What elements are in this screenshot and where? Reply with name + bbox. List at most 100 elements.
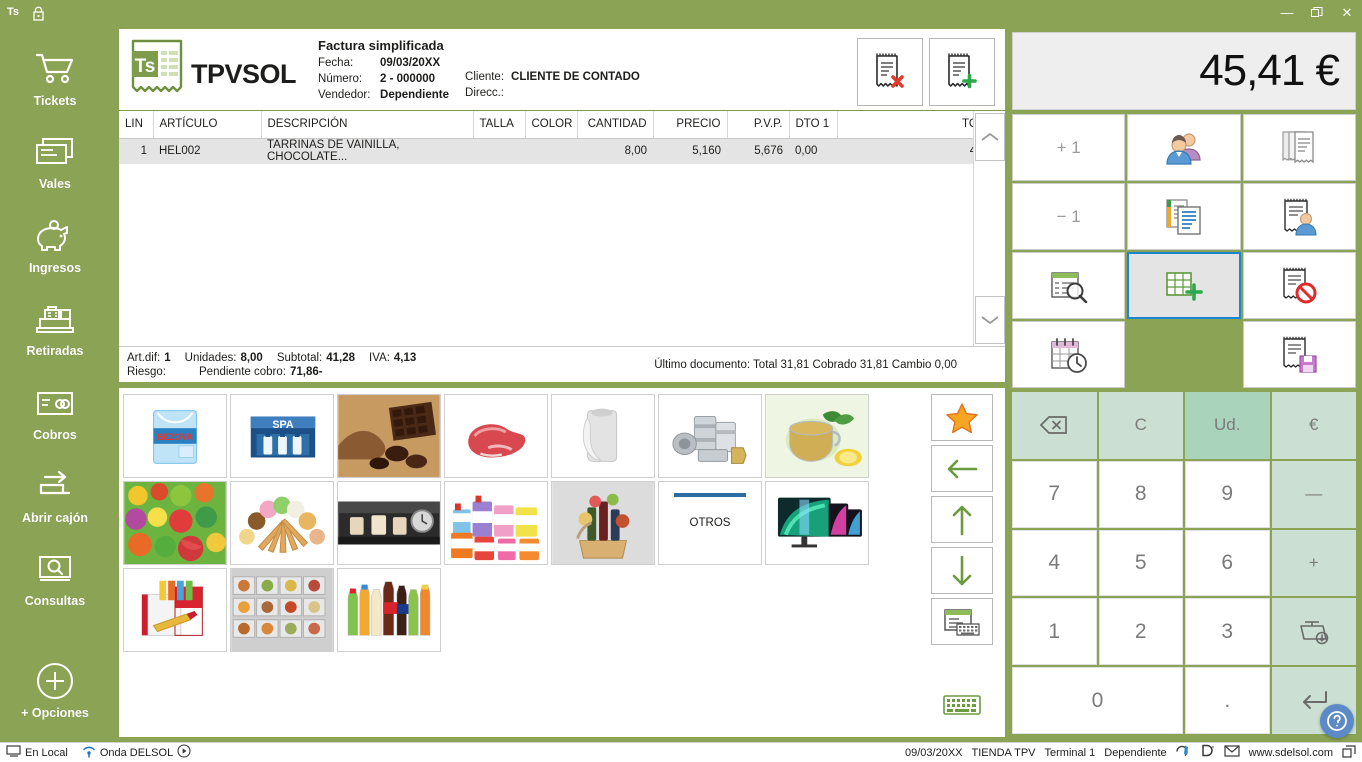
col-lin[interactable]: LIN	[119, 111, 154, 139]
sidebar-item-ingresos[interactable]: Ingresos	[0, 214, 110, 293]
new-line-button[interactable]	[1127, 252, 1241, 319]
scroll-down-button[interactable]	[975, 296, 1005, 344]
units-key[interactable]: Ud.	[1185, 392, 1270, 459]
scale-key[interactable]	[1271, 598, 1356, 666]
product-tile-otros[interactable]: OTROS	[658, 481, 762, 565]
key-2[interactable]: 2	[1098, 598, 1183, 666]
article-search-button[interactable]	[931, 598, 993, 645]
col-pvp[interactable]: P.V.P.	[727, 111, 790, 139]
customer-name[interactable]: CLIENTE DE CONTADO	[511, 70, 640, 84]
product-tile-refrescos[interactable]	[337, 568, 441, 652]
cash-register-icon	[34, 297, 76, 341]
increase-qty-button[interactable]: + 1	[1012, 114, 1126, 181]
plus-key[interactable]: +	[1271, 529, 1356, 597]
sidebar-item-label: Retiradas	[26, 344, 84, 359]
scroll-up-button[interactable]	[975, 113, 1005, 161]
product-tile-papeleria[interactable]	[123, 568, 227, 652]
col-dto1[interactable]: DTO 1	[789, 111, 838, 139]
key-0[interactable]: 0	[1012, 667, 1183, 734]
product-tile-agua[interactable]: BEZOYA	[123, 394, 227, 478]
key-5[interactable]: 5	[1098, 529, 1183, 597]
status-bar-right: 09/03/20XX TIENDA TPV Terminal 1 Dependi…	[905, 744, 1356, 761]
pending-orders-button[interactable]	[1012, 321, 1126, 388]
product-tile-fruta[interactable]	[123, 481, 227, 565]
cancel-receipt-button[interactable]	[1242, 252, 1356, 319]
product-tile-cafe[interactable]	[337, 481, 441, 565]
minus-key[interactable]: —	[1271, 460, 1356, 528]
save-receipt-button[interactable]	[1242, 321, 1356, 388]
sidebar-item-retiradas[interactable]: Retiradas	[0, 297, 110, 376]
key-8[interactable]: 8	[1098, 460, 1183, 528]
euro-key[interactable]: €	[1271, 392, 1356, 459]
new-document-button[interactable]	[929, 38, 995, 106]
sidebar-item-abrir-cajon[interactable]: Abrir cajón	[0, 464, 110, 543]
decrease-qty-button[interactable]: − 1	[1012, 183, 1126, 250]
back-button[interactable]	[931, 445, 993, 492]
key-4[interactable]: 4	[1012, 529, 1097, 597]
decimal-key[interactable]: .	[1185, 667, 1270, 734]
search-line-button[interactable]	[1012, 252, 1126, 319]
key-3[interactable]: 3	[1185, 598, 1270, 666]
resize-grip-icon[interactable]	[1342, 744, 1356, 761]
col-descripcion[interactable]: DESCRIPCIÓN	[261, 111, 474, 139]
document-meta: Factura simplificada Fecha: 09/03/20XX Nú…	[318, 29, 640, 102]
key-1[interactable]: 1	[1012, 598, 1097, 666]
copy-document-button[interactable]	[1127, 183, 1241, 250]
product-tile-spa[interactable]: SPA	[230, 394, 334, 478]
product-tile-helados[interactable]	[230, 481, 334, 565]
play-icon[interactable]	[177, 744, 191, 761]
col-cantidad[interactable]: CANTIDAD	[577, 111, 654, 139]
product-tile-cesta[interactable]	[551, 481, 655, 565]
scroll-up-button[interactable]	[931, 496, 993, 543]
product-tile-television[interactable]	[765, 481, 869, 565]
product-tile-te[interactable]	[765, 394, 869, 478]
product-tile-precocinados[interactable]	[230, 568, 334, 652]
sidebar-item-label: + Opciones	[21, 705, 89, 720]
col-articulo[interactable]: ARTÍCULO	[153, 111, 262, 139]
sidebar-item-tickets[interactable]: Tickets	[0, 47, 110, 126]
sidebar-item-consultas[interactable]: Consultas	[0, 547, 110, 626]
onscreen-keyboard-button[interactable]	[942, 693, 982, 717]
lock-icon[interactable]	[32, 5, 45, 21]
office-icon[interactable]	[1175, 744, 1191, 761]
mail-icon[interactable]	[1224, 745, 1240, 760]
scroll-down-button[interactable]	[931, 547, 993, 594]
status-website[interactable]: www.sdelsol.com	[1249, 747, 1333, 759]
sidebar-item-opciones[interactable]: + Opciones	[0, 659, 110, 738]
blank-slot	[1127, 321, 1241, 388]
sidebar-item-cobros[interactable]: Cobros	[0, 381, 110, 460]
status-onda-delsol[interactable]: Onda DELSOL	[82, 744, 191, 761]
documents-stack-button[interactable]	[1242, 114, 1356, 181]
key-7[interactable]: 7	[1012, 460, 1097, 528]
favourites-button[interactable]	[931, 394, 993, 441]
close-button[interactable]: ✕	[1332, 0, 1362, 25]
status-en-local[interactable]: En Local	[6, 745, 68, 760]
minimize-button[interactable]: —	[1272, 0, 1302, 25]
backspace-key[interactable]	[1012, 392, 1097, 459]
customer-receipt-button[interactable]	[1242, 183, 1356, 250]
sidebar-item-vales[interactable]: Vales	[0, 130, 110, 209]
cell-color	[525, 138, 577, 164]
key-6[interactable]: 6	[1185, 529, 1270, 597]
col-talla[interactable]: TALLA	[473, 111, 526, 139]
product-tile-cacao[interactable]	[337, 394, 441, 478]
restore-button[interactable]	[1302, 0, 1332, 25]
delsol-icon[interactable]	[1200, 744, 1215, 761]
delete-document-button[interactable]	[857, 38, 923, 106]
product-tile-conservas[interactable]	[658, 394, 762, 478]
col-precio[interactable]: PRECIO	[653, 111, 728, 139]
product-tile-label: OTROS	[689, 517, 731, 529]
monitor-icon	[6, 745, 21, 760]
lines-scrollbar[interactable]	[973, 111, 1005, 346]
field-key: Fecha:	[318, 57, 354, 69]
col-color[interactable]: COLOR	[525, 111, 578, 139]
key-9[interactable]: 9	[1185, 460, 1270, 528]
clear-key[interactable]: C	[1098, 392, 1183, 459]
right-panel: 45,41 € + 1 − 1 C Ud. € 7 8 9 — 4 5 6 + …	[1008, 28, 1360, 738]
table-row[interactable]: 1 HEL002 TARRINAS DE VAINILLA, CHOCOLATE…	[119, 138, 1005, 164]
product-tile-papel[interactable]	[551, 394, 655, 478]
product-tile-carne[interactable]	[444, 394, 548, 478]
select-customer-button[interactable]	[1127, 114, 1241, 181]
product-tile-limpieza[interactable]	[444, 481, 548, 565]
help-button[interactable]	[1320, 704, 1354, 738]
